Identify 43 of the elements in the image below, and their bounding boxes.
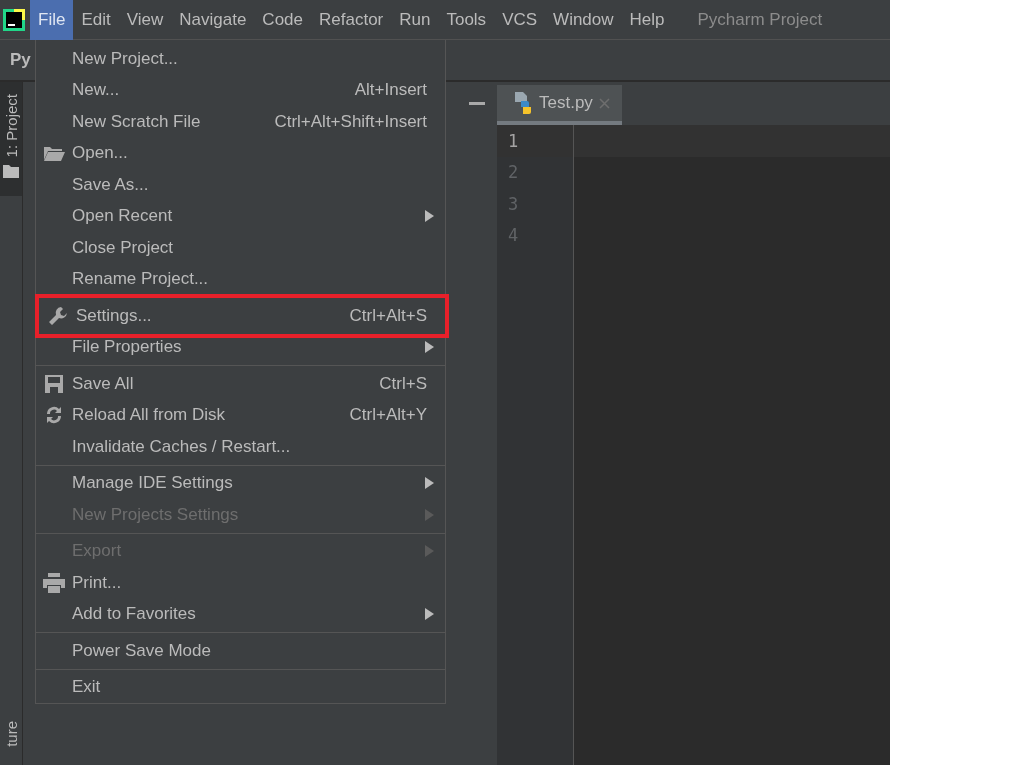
menu-item[interactable]: VCS (494, 0, 546, 40)
menu-entry[interactable]: File Properties (36, 331, 445, 363)
menu-entry[interactable]: New Scratch File Ctrl+Alt+Shift+Insert (36, 106, 445, 138)
menu-item[interactable]: View (118, 0, 172, 40)
menu-entry[interactable]: Reload All from Disk Ctrl+Alt+Y (36, 399, 445, 431)
tool-window-tab[interactable]: 1: Project (0, 82, 22, 197)
python-file-icon (513, 92, 533, 114)
menu-entry[interactable]: Power Save Mode (36, 635, 445, 667)
wrench-icon (48, 305, 68, 326)
minimize-icon[interactable] (469, 101, 485, 105)
menu-entry[interactable]: Open Recent (36, 200, 445, 232)
project-name: Py (10, 50, 31, 70)
menu-entry[interactable]: Rename Project... (36, 263, 445, 295)
menu-entry[interactable]: New... Alt+Insert (36, 74, 445, 106)
menu-entry[interactable]: Add to Favorites (36, 598, 445, 630)
folder-icon (43, 145, 65, 162)
menu-item[interactable]: Window (545, 0, 622, 40)
reload-icon (44, 405, 64, 426)
tool-window-tab[interactable]: ture (0, 709, 22, 765)
menu-item[interactable]: Edit (73, 0, 119, 40)
save-icon (45, 374, 63, 393)
folder-icon (3, 165, 19, 179)
menu-item[interactable]: Run (391, 0, 439, 40)
menu-entry[interactable]: Invalidate Caches / Restart... (36, 431, 445, 463)
menu-entry[interactable]: Manage IDE Settings (36, 467, 445, 499)
menu-item[interactable]: Tools (438, 0, 495, 40)
menu-item[interactable]: Navigate (171, 0, 255, 40)
menu-item[interactable]: Code (254, 0, 311, 40)
menu-entry[interactable]: Exit (36, 671, 445, 703)
editor-tab[interactable]: Test.py (497, 85, 622, 125)
menu-item[interactable]: Refactor (311, 0, 392, 40)
menu-entry[interactable]: Print... (36, 567, 445, 599)
menu-entry[interactable]: Close Project (36, 232, 445, 264)
menu-item[interactable]: File (30, 0, 74, 40)
window-title: Pycharm Project (697, 9, 823, 30)
menu-entry[interactable]: Open... (36, 137, 445, 169)
menu-item[interactable]: Help (621, 0, 673, 40)
printer-icon (43, 572, 65, 593)
app-logo-icon (3, 8, 25, 31)
menu-entry[interactable]: Save All Ctrl+S (36, 368, 445, 400)
menu-entry[interactable]: Save As... (36, 169, 445, 201)
menu-entry[interactable]: Settings... Ctrl+Alt+S (40, 300, 445, 332)
menu-entry[interactable]: New Project... (36, 43, 445, 75)
